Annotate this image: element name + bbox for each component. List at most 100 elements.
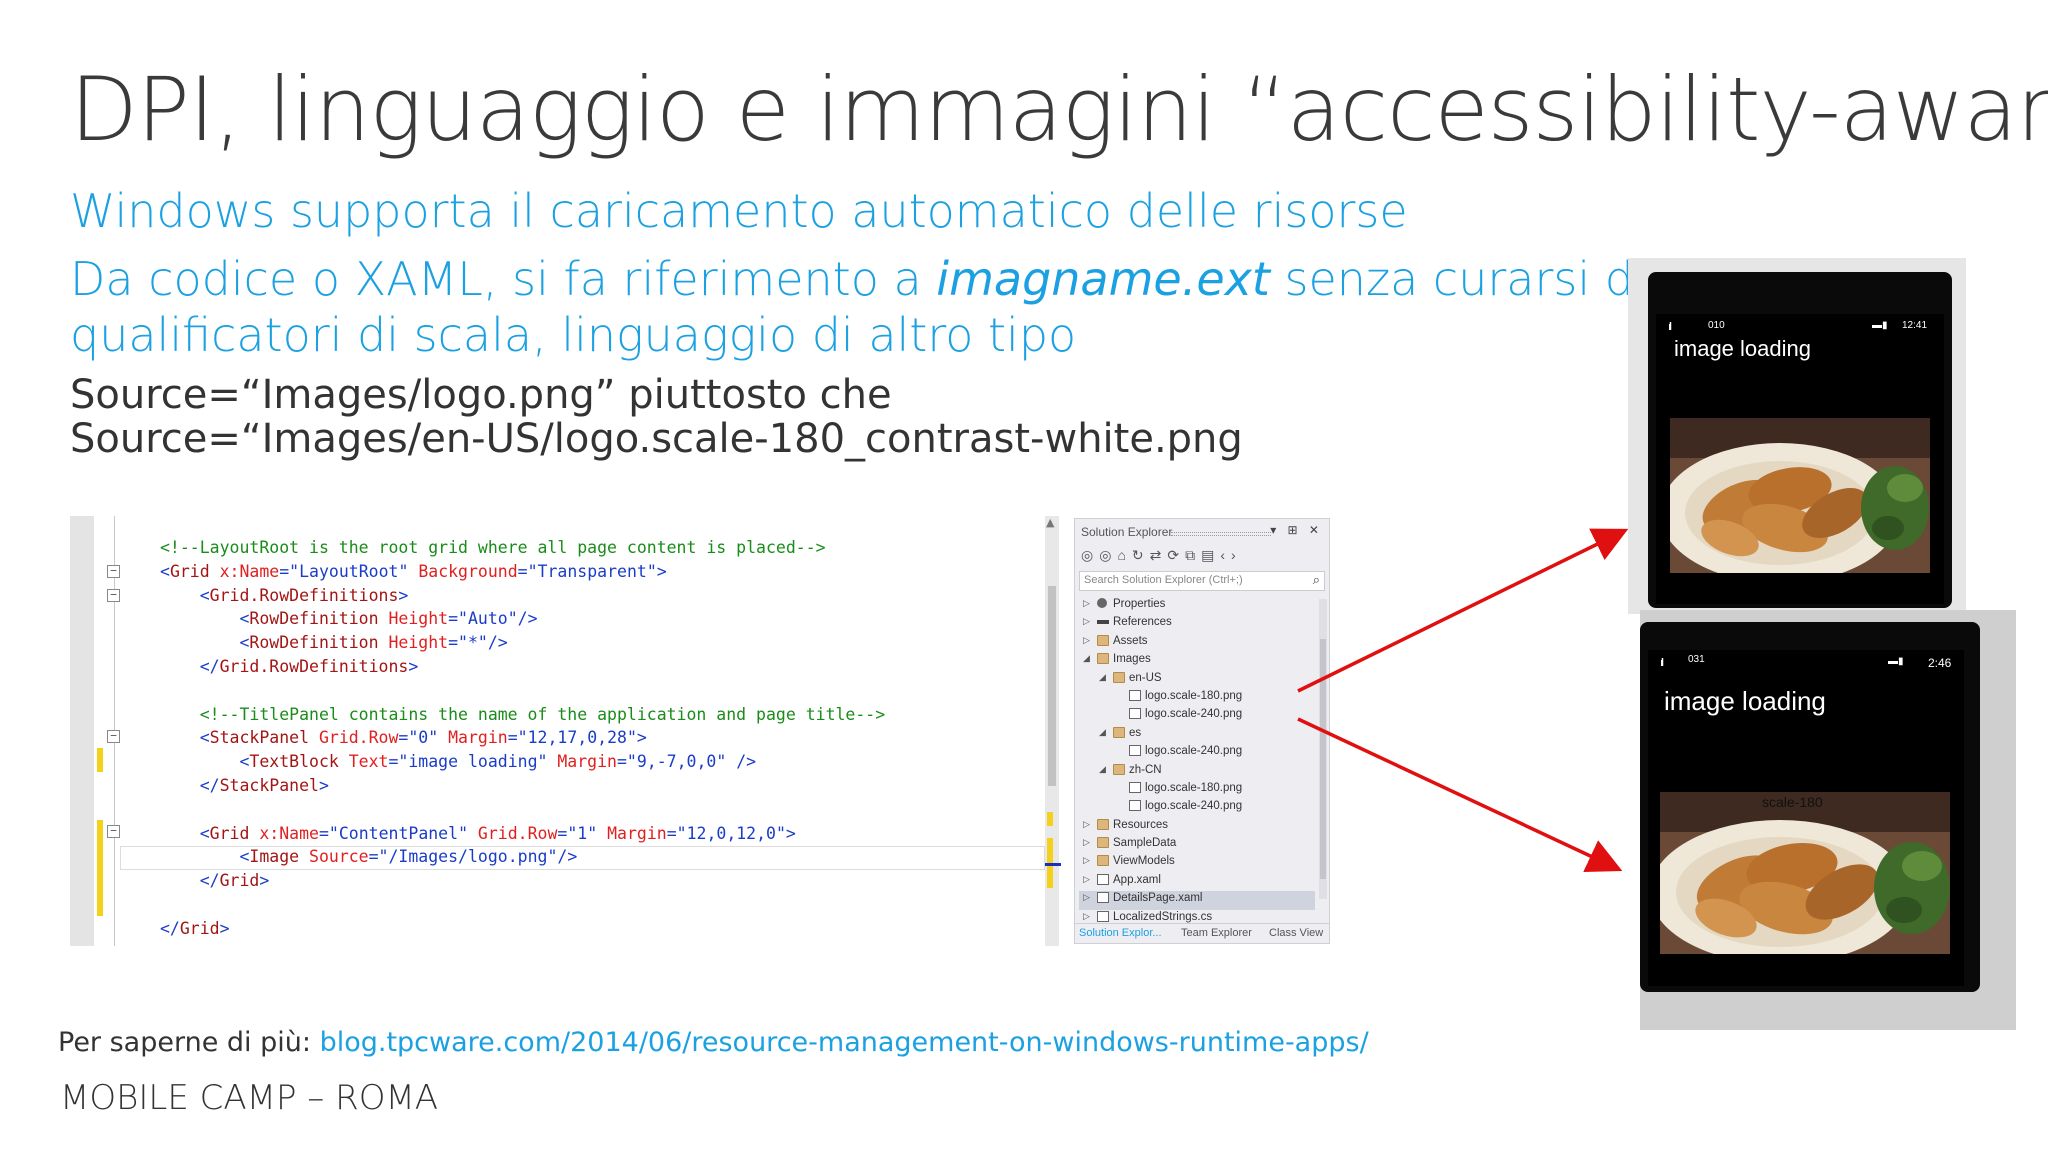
tree-item[interactable]: ▷ References: [1079, 615, 1315, 633]
code-line[interactable]: </Grid.RowDefinitions>: [160, 655, 885, 679]
tree-item[interactable]: logo.scale-240.png: [1079, 744, 1315, 762]
tree-item[interactable]: logo.scale-180.png: [1079, 689, 1315, 707]
history-icon[interactable]: ↻: [1132, 547, 1150, 563]
collapsed-arrow-icon[interactable]: ▷: [1083, 837, 1090, 848]
code-token: ": [587, 823, 598, 843]
collapse-toggle[interactable]: −: [107, 589, 120, 602]
code-line[interactable]: </Grid>: [160, 917, 885, 941]
tab-team-explorer[interactable]: Team Explorer: [1181, 927, 1252, 939]
solution-tree[interactable]: ▷ Properties ▷ References ▷ Assets ◢ Images ◢ en-…: [1079, 597, 1315, 928]
status-indicator: 010: [1708, 320, 1725, 331]
code-token: </: [160, 918, 180, 938]
code-token: 12,0,12,0: [686, 823, 776, 843]
collapsed-arrow-icon[interactable]: ▷: [1083, 635, 1090, 646]
code-token: ContentPanel: [338, 823, 459, 843]
collapsed-arrow-icon[interactable]: ▷: [1083, 892, 1090, 903]
code-token: <: [160, 752, 250, 772]
expanded-arrow-icon[interactable]: ◢: [1099, 764, 1106, 775]
properties-icon[interactable]: ▤: [1201, 547, 1220, 563]
back-icon[interactable]: ◎: [1081, 547, 1099, 563]
collapse-toggle[interactable]: −: [107, 825, 120, 838]
solution-explorer[interactable]: Solution Explorer ▾ ⊞ ✕ ◎◎⌂↻⇄⟳⧉▤‹› Searc…: [1074, 518, 1330, 944]
tree-item[interactable]: ◢ Images: [1079, 652, 1315, 670]
code-token: =": [368, 847, 389, 867]
code-line[interactable]: </Grid>: [160, 869, 885, 893]
code-line[interactable]: <StackPanel Grid.Row="0" Margin="12,17,0…: [160, 726, 885, 750]
code-token: </: [160, 871, 220, 891]
code-line[interactable]: [160, 798, 885, 822]
refresh-icon[interactable]: ⟳: [1167, 547, 1185, 563]
code-icon[interactable]: ‹›: [1220, 547, 1241, 563]
code-line[interactable]: [160, 893, 885, 917]
tab-solution-explorer[interactable]: Solution Explor...: [1079, 927, 1162, 939]
tree-item[interactable]: ▷ SampleData: [1079, 836, 1315, 854]
dumplings-image: [1670, 418, 1930, 573]
code-line[interactable]: <RowDefinition Height="*"/>: [160, 631, 885, 655]
code-lines[interactable]: <!--LayoutRoot is the root grid where al…: [160, 536, 885, 941]
scrollbar-thumb[interactable]: [1048, 586, 1056, 786]
collapsed-arrow-icon[interactable]: ▷: [1083, 598, 1090, 609]
code-line[interactable]: <!--TitlePanel contains the name of the …: [160, 703, 885, 727]
solution-tabs[interactable]: Solution Explor... Team Explorer Class V…: [1075, 923, 1329, 943]
search-icon[interactable]: ⌕: [1313, 572, 1320, 588]
scroll-up-arrow-icon[interactable]: ▲: [1046, 516, 1054, 529]
code-token: =": [517, 561, 538, 581]
tree-item[interactable]: ▷ App.xaml: [1079, 873, 1315, 891]
expanded-arrow-icon[interactable]: ◢: [1099, 727, 1106, 738]
collapsed-arrow-icon[interactable]: ▷: [1083, 819, 1090, 830]
code-line[interactable]: <Grid x:Name="ContentPanel" Grid.Row="1"…: [160, 822, 885, 846]
collapsed-arrow-icon[interactable]: ▷: [1083, 855, 1090, 866]
tree-item[interactable]: ▷ Properties: [1079, 597, 1315, 615]
collapsed-arrow-icon[interactable]: ▷: [1083, 616, 1090, 627]
code-token: =": [398, 728, 419, 748]
phone-1-title: image loading: [1674, 336, 1811, 361]
collapse-all-icon[interactable]: ⧉: [1185, 547, 1201, 563]
dumplings-photo: [1670, 418, 1930, 573]
tree-item[interactable]: ▷ DetailsPage.xaml: [1079, 891, 1315, 910]
code-token: " />: [716, 752, 757, 772]
code-token: Grid: [179, 918, 220, 938]
code-token: </: [160, 656, 220, 676]
collapse-toggle[interactable]: −: [107, 565, 120, 578]
expanded-arrow-icon[interactable]: ◢: [1083, 653, 1090, 664]
forward-icon[interactable]: ◎: [1099, 547, 1117, 563]
editor-vertical-scrollbar[interactable]: ▲: [1045, 516, 1061, 946]
code-line[interactable]: <Grid x:Name="LayoutRoot" Background="Tr…: [160, 560, 885, 584]
code-line[interactable]: <Grid.RowDefinitions>: [160, 584, 885, 608]
tree-item[interactable]: ▷ Assets: [1079, 634, 1315, 652]
collapsed-arrow-icon[interactable]: ▷: [1083, 874, 1090, 885]
code-token: >: [318, 775, 329, 795]
solution-scrollbar[interactable]: [1319, 599, 1327, 899]
code-token: Margin: [438, 728, 508, 748]
sync-icon[interactable]: ⇄: [1150, 547, 1168, 563]
xaml-code-editor[interactable]: − − − − <!--LayoutRoot is the root grid …: [70, 516, 1061, 946]
tab-class-view[interactable]: Class View: [1269, 927, 1323, 939]
scrollbar-thumb[interactable]: [1320, 639, 1326, 879]
collapse-toggle[interactable]: −: [107, 730, 120, 743]
code-line[interactable]: <RowDefinition Height="Auto"/>: [160, 607, 885, 631]
solution-explorer-toolbar[interactable]: ◎◎⌂↻⇄⟳⧉▤‹›: [1081, 547, 1242, 564]
home-icon[interactable]: ⌂: [1117, 547, 1131, 563]
footer-link[interactable]: blog.tpcware.com/2014/06/resource-manage…: [320, 1027, 1369, 1058]
tree-item[interactable]: logo.scale-240.png: [1079, 707, 1315, 725]
tree-item[interactable]: ◢ en-US: [1079, 671, 1315, 689]
tree-item[interactable]: ◢ es: [1079, 726, 1315, 744]
expanded-arrow-icon[interactable]: ◢: [1099, 672, 1106, 683]
tree-item[interactable]: ▷ Resources: [1079, 818, 1315, 836]
code-token: </: [160, 775, 220, 795]
tree-item[interactable]: ◢ zh-CN: [1079, 763, 1315, 781]
code-line[interactable]: </StackPanel>: [160, 774, 885, 798]
tree-item[interactable]: logo.scale-240.png: [1079, 799, 1315, 817]
tree-item[interactable]: logo.scale-180.png: [1079, 781, 1315, 799]
code-line[interactable]: <TextBlock Text="image loading" Margin="…: [160, 750, 885, 774]
code-line[interactable]: <!--LayoutRoot is the root grid where al…: [160, 536, 885, 560]
collapsed-arrow-icon[interactable]: ▷: [1083, 911, 1090, 922]
code-line[interactable]: [160, 679, 885, 703]
window-buttons[interactable]: ▾ ⊞ ✕: [1270, 523, 1323, 537]
solution-explorer-title: Solution Explorer: [1081, 525, 1173, 539]
solution-search-input[interactable]: Search Solution Explorer (Ctrl+;) ⌕: [1079, 571, 1325, 591]
code-token: Grid.RowDefinitions: [209, 585, 399, 605]
tree-item[interactable]: ▷ ViewModels: [1079, 854, 1315, 872]
code-line[interactable]: <Image Source="/Images/logo.png"/>: [160, 845, 885, 869]
code-token: Margin: [547, 752, 617, 772]
